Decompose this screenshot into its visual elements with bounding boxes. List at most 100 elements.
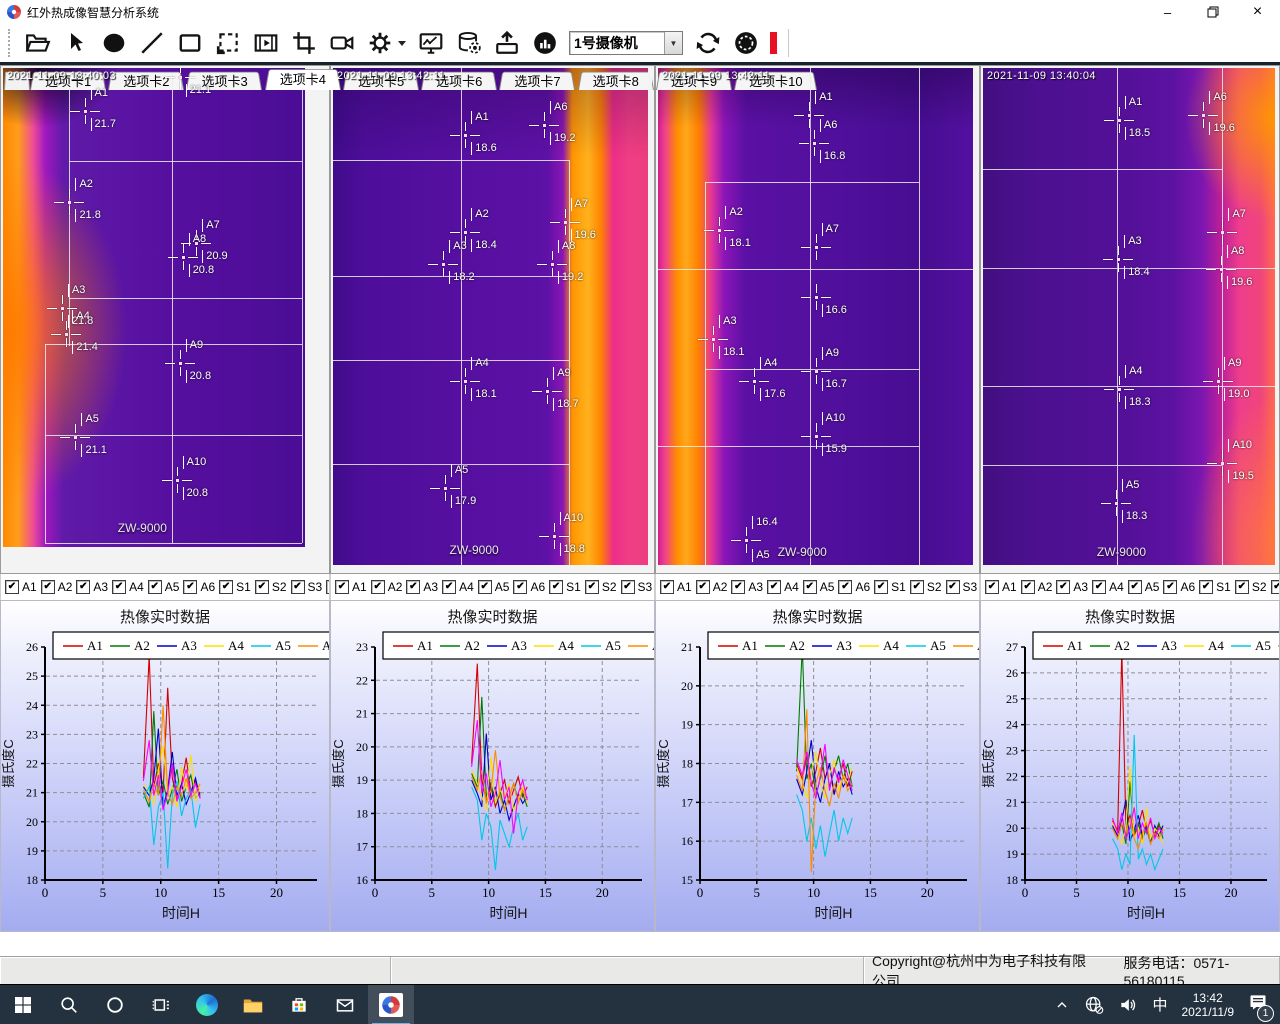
select-cursor-button[interactable] [62, 29, 89, 57]
camera-select[interactable]: 1号摄像机 ▼ [569, 31, 683, 55]
checkbox-box[interactable]: ✔ [1271, 580, 1280, 594]
overlay-checkbox-A1[interactable]: ✔A1 [660, 580, 692, 594]
overlay-checkbox-A3[interactable]: ✔A3 [1056, 580, 1088, 594]
overlay-checkbox-A5[interactable]: ✔A5 [1128, 580, 1160, 594]
checkbox-box[interactable]: ✔ [478, 580, 492, 594]
rectangle-tool-button[interactable] [176, 29, 203, 57]
checkbox-box[interactable]: ✔ [985, 580, 999, 594]
overlay-checkbox-S2[interactable]: ✔S2 [585, 580, 617, 594]
checkbox-box[interactable]: ✔ [946, 580, 960, 594]
crop-button[interactable] [290, 29, 317, 57]
checkbox-box[interactable]: ✔ [1128, 580, 1142, 594]
checkbox-box[interactable]: ✔ [838, 580, 852, 594]
checkbox-box[interactable]: ✔ [371, 580, 385, 594]
overlay-checkbox-A3[interactable]: ✔A3 [406, 580, 438, 594]
checkbox-box[interactable]: ✔ [1199, 580, 1213, 594]
checkbox-box[interactable]: ✔ [291, 580, 305, 594]
overlay-checkbox-A4[interactable]: ✔A4 [1092, 580, 1124, 594]
checkbox-box[interactable]: ✔ [549, 580, 563, 594]
overlay-checkbox-S2[interactable]: ✔S2 [910, 580, 942, 594]
database-settings-button[interactable] [455, 29, 482, 57]
horizontal-scrollbar[interactable] [658, 565, 977, 571]
thermal-image[interactable]: 2021-11-09 13:40:04A118.5A619.6A7A318.4A… [983, 68, 1275, 565]
cortana-button[interactable] [92, 985, 138, 1024]
overlay-checkbox-A2[interactable]: ✔A2 [696, 580, 728, 594]
checkbox-box[interactable]: ✔ [148, 580, 162, 594]
overlay-checkbox-A6[interactable]: ✔A6 [183, 580, 215, 594]
vertical-scrollbar[interactable] [1275, 68, 1277, 565]
export-button[interactable] [493, 29, 520, 57]
overlay-checkbox-A6[interactable]: ✔A6 [513, 580, 545, 594]
checkbox-box[interactable]: ✔ [731, 580, 745, 594]
checkbox-box[interactable]: ✔ [219, 580, 233, 594]
checkbox-box[interactable]: ✔ [660, 580, 674, 594]
tab-8[interactable]: 选项卡8 [578, 70, 654, 90]
checkbox-box[interactable]: ✔ [1021, 580, 1035, 594]
overlay-checkbox-S3[interactable]: ✔S3 [621, 580, 653, 594]
record-stop-indicator[interactable] [770, 32, 777, 54]
statistics-button[interactable] [531, 29, 558, 57]
checkbox-box[interactable]: ✔ [112, 580, 126, 594]
overlay-checkbox-A5[interactable]: ✔A5 [148, 580, 180, 594]
thermal-image[interactable]: 2021-11-09 13:40:03A121.7A621.1A221.8A72… [3, 68, 305, 547]
close-button[interactable]: × [1235, 0, 1280, 24]
ellipse-tool-button[interactable] [100, 29, 127, 57]
region-select-button[interactable] [214, 29, 241, 57]
ime-indicator[interactable]: 中 [1152, 994, 1167, 1015]
overlay-checkbox-S2[interactable]: ✔S2 [255, 580, 287, 594]
overlay-checkbox-S2[interactable]: ✔S2 [1235, 580, 1267, 594]
network-globe-icon[interactable] [1084, 995, 1104, 1015]
open-file-button[interactable] [24, 29, 51, 57]
overlay-checkbox-A6[interactable]: ✔A6 [1163, 580, 1195, 594]
overlay-checkbox-A4[interactable]: ✔A4 [112, 580, 144, 594]
checkbox-box[interactable]: ✔ [874, 580, 888, 594]
tray-chevron-up-icon[interactable] [1054, 997, 1070, 1013]
checkbox-box[interactable]: ✔ [803, 580, 817, 594]
file-explorer-button[interactable] [230, 985, 276, 1024]
checkbox-box[interactable]: ✔ [1092, 580, 1106, 594]
overlay-checkbox-A4[interactable]: ✔A4 [442, 580, 474, 594]
overlay-checkbox-A4[interactable]: ✔A4 [767, 580, 799, 594]
overlay-checkbox-A2[interactable]: ✔A2 [1021, 580, 1053, 594]
overlay-checkbox-A1[interactable]: ✔A1 [985, 580, 1017, 594]
line-tool-button[interactable] [138, 29, 165, 57]
overlay-checkbox-S3[interactable]: ✔S3 [1271, 580, 1280, 594]
horizontal-scrollbar[interactable] [333, 565, 652, 571]
tab-7[interactable]: 选项卡7 [499, 70, 575, 90]
chart-monitor-button[interactable] [417, 29, 444, 57]
overlay-checkbox-A2[interactable]: ✔A2 [371, 580, 403, 594]
overlay-checkbox-S1[interactable]: ✔S1 [549, 580, 581, 594]
vertical-scrollbar[interactable] [648, 68, 652, 565]
action-center-button[interactable]: 1 [1248, 992, 1268, 1017]
checkbox-box[interactable]: ✔ [76, 580, 90, 594]
thermal-image[interactable]: 2021-11-09 13:42:11A118.6A619.2A218.4A71… [333, 68, 648, 565]
restore-button[interactable] [1190, 0, 1235, 24]
overlay-checkbox-A5[interactable]: ✔A5 [478, 580, 510, 594]
capture-button[interactable] [732, 29, 759, 57]
search-button[interactable] [46, 985, 92, 1024]
checkbox-box[interactable]: ✔ [696, 580, 710, 594]
overlay-checkbox-A2[interactable]: ✔A2 [41, 580, 73, 594]
checkbox-box[interactable]: ✔ [1056, 580, 1070, 594]
checkbox-box[interactable]: ✔ [335, 580, 349, 594]
toolbar-grip[interactable] [8, 29, 13, 57]
checkbox-box[interactable]: ✔ [183, 580, 197, 594]
task-view-button[interactable] [138, 985, 184, 1024]
overlay-checkbox-S3[interactable]: ✔S3 [291, 580, 323, 594]
thermal-image[interactable]: 2021-11-09 13:42:11A1A616.8A218.1A716.6A… [658, 68, 973, 565]
vertical-scrollbar[interactable] [973, 68, 977, 565]
overlay-checkbox-A5[interactable]: ✔A5 [803, 580, 835, 594]
settings-gear-button[interactable] [366, 29, 393, 57]
checkbox-box[interactable]: ✔ [442, 580, 456, 594]
refresh-button[interactable] [694, 29, 721, 57]
taskbar-app-thermal[interactable] [368, 985, 414, 1024]
tab-4[interactable]: 选项卡4 [265, 67, 341, 90]
taskbar-clock[interactable]: 13:42 2021/11/9 [1182, 991, 1235, 1019]
chevron-down-icon[interactable]: ▼ [664, 32, 682, 54]
minimize-button[interactable]: – [1145, 0, 1190, 24]
checkbox-box[interactable]: ✔ [255, 580, 269, 594]
overlay-checkbox-A6[interactable]: ✔A6 [838, 580, 870, 594]
vertical-scrollbar[interactable] [305, 68, 327, 547]
checkbox-box[interactable]: ✔ [5, 580, 19, 594]
overlay-checkbox-S1[interactable]: ✔S1 [1199, 580, 1231, 594]
